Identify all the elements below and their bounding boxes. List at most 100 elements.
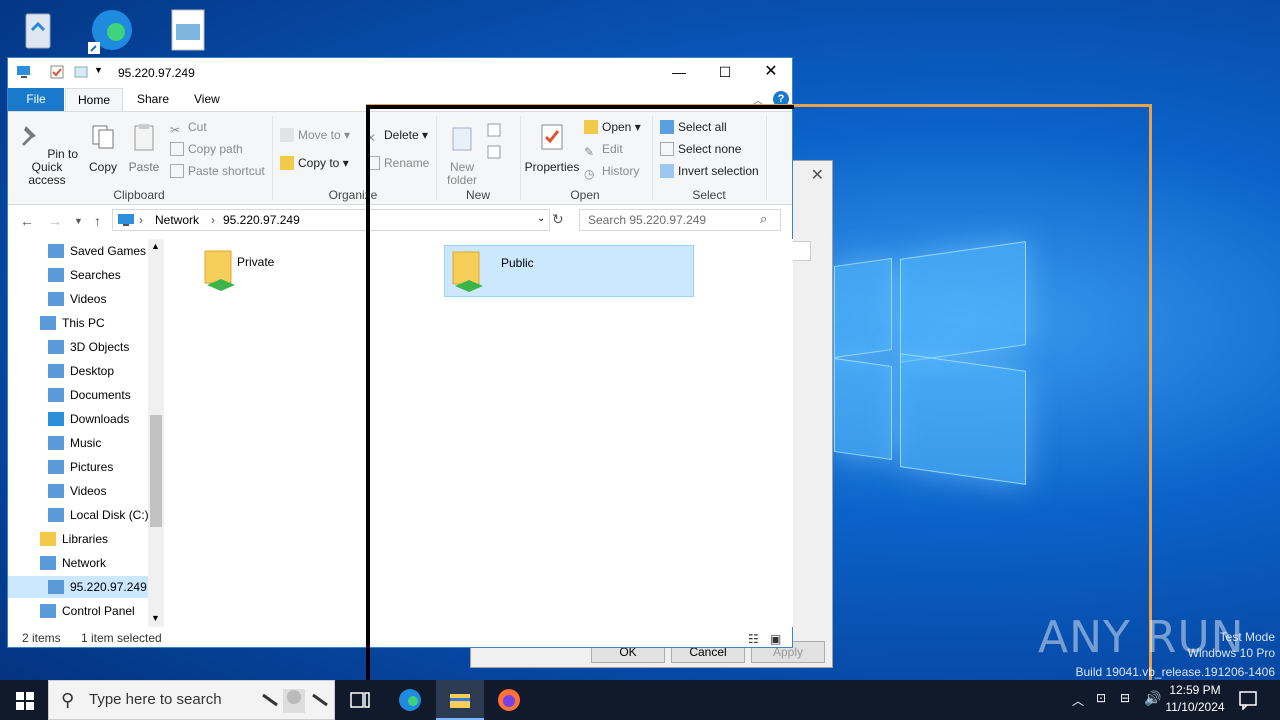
- nav-item[interactable]: Desktop: [8, 360, 148, 382]
- nav-item[interactable]: Videos: [8, 480, 148, 502]
- scrollbar-thumb[interactable]: [150, 415, 162, 527]
- paste-shortcut-icon: [170, 164, 184, 178]
- scroll-up-icon[interactable]: ▲: [151, 241, 160, 251]
- nav-item[interactable]: Searches: [8, 264, 148, 286]
- back-button[interactable]: ←: [20, 213, 34, 229]
- minimize-button[interactable]: —: [656, 58, 702, 88]
- test-mode-text: Test Mode: [1219, 630, 1275, 644]
- copy-icon: [92, 125, 114, 149]
- nav-item-label: 3D Objects: [70, 340, 130, 354]
- nav-item[interactable]: 95.220.97.249: [8, 576, 148, 598]
- task-view-icon[interactable]: [348, 688, 372, 712]
- navigation-pane: Saved Games Searches Videos This PC 3D Objec…: [8, 239, 164, 627]
- videos-icon: [48, 484, 64, 498]
- network-icon: [40, 556, 56, 570]
- nav-item-label: Music: [70, 436, 102, 450]
- tab-view[interactable]: View: [182, 88, 232, 111]
- move-to-icon: [280, 128, 294, 142]
- nav-item-label: Network: [62, 556, 107, 570]
- nav-item[interactable]: Pictures: [8, 456, 148, 478]
- saved-games-icon: [48, 244, 64, 258]
- notifications-icon[interactable]: [1238, 690, 1258, 710]
- nav-item[interactable]: Downloads: [8, 408, 148, 430]
- up-button[interactable]: ↑: [94, 213, 101, 229]
- scissors-icon: ✂: [170, 123, 181, 137]
- nav-item[interactable]: Documents: [8, 384, 148, 406]
- folder-name: Private: [237, 255, 275, 269]
- edge-icon[interactable]: [398, 688, 422, 712]
- tab-home[interactable]: Home: [65, 88, 124, 111]
- nav-item-label: Videos: [70, 292, 107, 306]
- nav-item-label: Videos: [70, 484, 107, 498]
- nav-item-label: 95.220.97.249: [70, 580, 147, 594]
- paste-button[interactable]: Paste: [126, 122, 162, 174]
- nav-item-label: This PC: [62, 316, 105, 330]
- taskbar-clock[interactable]: 12:59 PM 11/10/2024: [1160, 683, 1230, 714]
- edge-shortcut-icon[interactable]: [86, 6, 134, 54]
- taskbar: ⚲ Type here to search ︿ ⊡ ⊟ 🔊 12:59 PM 1…: [0, 680, 1280, 720]
- build-text: Build 19041.vb_release.191206-1406: [1075, 665, 1276, 679]
- copy-to-button[interactable]: Copy to ▾: [280, 154, 349, 172]
- nav-item-label: Searches: [70, 268, 121, 282]
- nav-item[interactable]: Control Panel: [8, 600, 148, 622]
- nav-item[interactable]: Music: [8, 432, 148, 454]
- pictures-icon: [48, 460, 64, 474]
- forward-button[interactable]: →: [48, 213, 62, 229]
- nav-item[interactable]: Libraries: [8, 528, 148, 550]
- tab-share[interactable]: Share: [125, 88, 181, 111]
- nav-item-label: Pictures: [70, 460, 114, 474]
- computer-icon: [17, 66, 30, 78]
- breadcrumb-network[interactable]: Network: [155, 213, 199, 227]
- libraries-icon: [40, 532, 56, 546]
- clipboard-group-label: Clipboard: [113, 188, 165, 202]
- music-icon: [48, 436, 64, 450]
- move-to-button[interactable]: Move to ▾: [280, 126, 350, 144]
- nav-item[interactable]: Saved Games: [8, 240, 148, 262]
- close-button[interactable]: ✕: [748, 58, 794, 88]
- nav-item-label: Desktop: [70, 364, 115, 378]
- nav-item-label: Downloads: [70, 412, 130, 426]
- properties-check-icon[interactable]: [50, 65, 64, 79]
- nav-item[interactable]: Local Disk (C:): [8, 504, 149, 526]
- scroll-down-icon[interactable]: ▼: [151, 613, 160, 623]
- volume-icon[interactable]: 🔊: [1144, 690, 1161, 707]
- recycle-bin-icon[interactable]: [14, 6, 62, 54]
- pin-to-quick-access-button[interactable]: Pin to Quick access: [14, 122, 80, 187]
- image-file-icon[interactable]: [164, 6, 212, 54]
- nav-item[interactable]: 3D Objects: [8, 336, 148, 358]
- search-highlight-icon: [262, 689, 328, 713]
- control-panel-icon: [40, 604, 56, 618]
- nav-item-label: Saved Games: [70, 244, 147, 258]
- paste-icon: [134, 124, 154, 151]
- network-icon: [118, 214, 134, 226]
- recent-locations-chevron-icon[interactable]: ▼: [74, 216, 83, 226]
- selection-count: 1 item selected: [81, 631, 162, 645]
- nav-item[interactable]: Videos: [8, 288, 148, 310]
- start-windows-icon[interactable]: [16, 692, 34, 710]
- cut-button[interactable]: ✂ Cut: [170, 118, 207, 137]
- clock-time: 12:59 PM: [1169, 683, 1221, 697]
- maximize-button[interactable]: ☐: [702, 58, 748, 88]
- search-icon: ⚲: [61, 690, 75, 710]
- tab-file[interactable]: File: [8, 88, 64, 111]
- copy-button[interactable]: Copy: [86, 122, 120, 174]
- new-folder-qat-icon[interactable]: [74, 65, 88, 79]
- firefox-icon[interactable]: [497, 688, 521, 712]
- taskbar-explorer-active[interactable]: [436, 680, 484, 720]
- network-tray-icon[interactable]: ⊡: [1096, 691, 1106, 705]
- nav-item-label: Documents: [70, 388, 131, 402]
- network-status-icon[interactable]: ⊟: [1120, 691, 1130, 705]
- paste-shortcut-button[interactable]: Paste shortcut: [170, 162, 265, 180]
- show-hidden-icons-icon[interactable]: ︿: [1072, 692, 1084, 709]
- os-edition-text: Windows 10 Pro: [1187, 646, 1275, 660]
- nav-item[interactable]: This PC: [8, 312, 148, 334]
- computer-icon: [48, 580, 64, 594]
- nav-scrollbar[interactable]: ▲ ▼: [148, 239, 164, 627]
- taskbar-search-input[interactable]: ⚲ Type here to search: [48, 680, 335, 720]
- breadcrumb-host[interactable]: 95.220.97.249: [223, 213, 300, 227]
- copy-path-button[interactable]: Copy path: [170, 140, 243, 158]
- nav-item[interactable]: Network: [8, 552, 148, 574]
- nav-item-label: Control Panel: [62, 604, 135, 618]
- chevron-down-icon[interactable]: ▼: [94, 65, 108, 79]
- videos-icon: [48, 292, 64, 306]
